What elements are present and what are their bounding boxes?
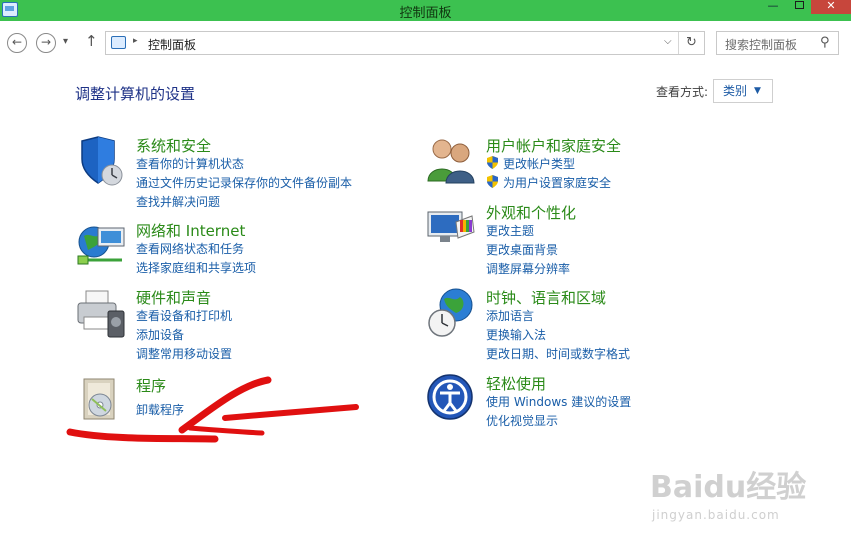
- users-icon[interactable]: [426, 135, 478, 187]
- category-title[interactable]: 程序: [136, 375, 166, 396]
- link-change-account-type[interactable]: 更改帐户类型: [486, 155, 575, 172]
- link-family-safety[interactable]: 为用户设置家庭安全: [486, 174, 611, 191]
- link-homegroup-sharing[interactable]: 选择家庭组和共享选项: [136, 259, 256, 276]
- programs-icon[interactable]: [76, 375, 128, 427]
- category-title[interactable]: 时钟、语言和区域: [486, 287, 606, 308]
- uac-shield-icon: [487, 156, 498, 169]
- up-button[interactable]: ↑: [85, 32, 98, 50]
- category-title[interactable]: 系统和安全: [136, 135, 211, 156]
- maximize-button[interactable]: [786, 0, 812, 13]
- link-optimize-visual-display[interactable]: 优化视觉显示: [486, 412, 558, 429]
- close-button[interactable]: ✕: [811, 0, 851, 14]
- link-change-input-method[interactable]: 更换输入法: [486, 326, 546, 343]
- network-icon[interactable]: [76, 220, 128, 272]
- link-windows-recommended-settings[interactable]: 使用 Windows 建议的设置: [486, 393, 631, 410]
- category-title[interactable]: 轻松使用: [486, 373, 546, 394]
- link-change-theme[interactable]: 更改主题: [486, 222, 534, 239]
- appearance-icon[interactable]: [426, 202, 478, 254]
- control-panel-icon: [111, 36, 126, 49]
- shield-icon[interactable]: [76, 135, 128, 187]
- link-view-computer-status[interactable]: 查看你的计算机状态: [136, 155, 244, 172]
- link-screen-resolution[interactable]: 调整屏幕分辨率: [486, 260, 570, 277]
- category-title[interactable]: 硬件和声音: [136, 287, 211, 308]
- clock-globe-icon[interactable]: [426, 287, 478, 339]
- link-file-history-backup[interactable]: 通过文件历史记录保存你的文件备份副本: [136, 174, 352, 191]
- recent-locations-button[interactable]: ▾: [63, 36, 68, 47]
- minimize-button[interactable]: —: [760, 0, 786, 13]
- link-label: 更改帐户类型: [503, 157, 576, 171]
- address-bar[interactable]: ▸ 控制面板 ⌵ ↻: [105, 31, 705, 55]
- link-date-time-number-format[interactable]: 更改日期、时间或数字格式: [486, 345, 630, 362]
- breadcrumb-control-panel[interactable]: 控制面板: [148, 36, 196, 53]
- watermark-url: jingyan.baidu.com: [652, 508, 780, 522]
- link-troubleshoot[interactable]: 查找并解决问题: [136, 193, 220, 210]
- link-mobility-settings[interactable]: 调整常用移动设置: [136, 345, 232, 362]
- page-title: 调整计算机的设置: [75, 85, 196, 103]
- ease-of-access-icon[interactable]: [426, 373, 478, 425]
- title-bar: 控制面板 — ✕: [0, 0, 851, 21]
- search-input[interactable]: 搜索控制面板 ⚲: [716, 31, 839, 55]
- search-icon[interactable]: ⚲: [820, 35, 830, 50]
- category-title[interactable]: 用户帐户和家庭安全: [486, 135, 621, 156]
- back-button[interactable]: ←: [7, 33, 27, 53]
- watermark-brand: Baidu经验: [650, 470, 807, 505]
- chevron-down-icon: ▼: [754, 86, 761, 96]
- breadcrumb-separator-icon[interactable]: ▸: [133, 36, 138, 46]
- maximize-icon: [794, 1, 804, 9]
- uac-shield-icon: [487, 175, 498, 188]
- link-desktop-background[interactable]: 更改桌面背景: [486, 241, 558, 258]
- link-add-device[interactable]: 添加设备: [136, 326, 184, 343]
- link-uninstall-program[interactable]: 卸载程序: [136, 401, 184, 418]
- navigation-bar: ← → ▾ ↑ ▸ 控制面板 ⌵ ↻ 搜索控制面板 ⚲: [0, 21, 851, 66]
- forward-button[interactable]: →: [36, 33, 56, 53]
- search-placeholder: 搜索控制面板: [725, 38, 798, 52]
- view-by-value: 类别: [723, 84, 748, 98]
- address-dropdown-icon[interactable]: ⌵: [664, 36, 672, 47]
- link-devices-printers[interactable]: 查看设备和打印机: [136, 307, 232, 324]
- printer-icon[interactable]: [76, 287, 128, 339]
- window-title: 控制面板: [399, 6, 452, 21]
- link-label: 为用户设置家庭安全: [503, 176, 612, 190]
- refresh-button[interactable]: ↻: [678, 32, 704, 54]
- category-title[interactable]: 网络和 Internet: [136, 220, 245, 241]
- watermark-logo: Baidu经验 jingyan.baidu.com: [650, 462, 810, 542]
- category-title[interactable]: 外观和个性化: [486, 202, 576, 223]
- view-by-label: 查看方式:: [656, 85, 709, 99]
- view-by-dropdown[interactable]: 类别 ▼: [713, 79, 773, 103]
- link-network-status[interactable]: 查看网络状态和任务: [136, 240, 244, 257]
- link-add-language[interactable]: 添加语言: [486, 307, 534, 324]
